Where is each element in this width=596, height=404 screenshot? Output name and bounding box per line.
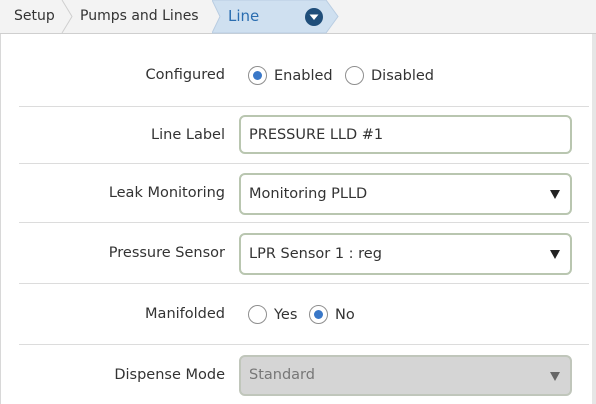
dispense-mode-select: Standard [239,355,572,396]
dispense-mode-label: Dispense Mode [114,367,225,383]
dispense-mode-value: Standard [249,367,315,383]
breadcrumb-line[interactable]: Line [212,0,339,34]
caret-down-icon [550,250,560,259]
configured-enabled-radio[interactable] [248,66,267,85]
caret-down-icon [550,190,560,199]
configured-disabled-radio[interactable] [345,66,364,85]
scrollbar[interactable] [592,34,596,404]
row-manifolded: Manifolded Yes No [19,284,589,345]
breadcrumb-pumps-and-lines[interactable]: Pumps and Lines [80,0,199,33]
configured-enabled-label[interactable]: Enabled [274,68,333,84]
manifolded-no-label[interactable]: No [335,307,355,323]
row-line-label: Line Label PRESSURE LLD #1 [19,107,589,164]
configured-disabled-label[interactable]: Disabled [371,68,434,84]
pressure-sensor-label: Pressure Sensor [108,245,225,261]
manifolded-yes-option[interactable]: Yes [248,305,297,324]
configured-enabled-option[interactable]: Enabled [248,66,333,85]
chevron-down-circle-icon[interactable] [305,8,323,26]
breadcrumb: Setup Pumps and Lines Line [0,0,596,34]
row-dispense-mode: Dispense Mode Standard [19,345,589,404]
line-label-label: Line Label [151,127,225,143]
configured-disabled-option[interactable]: Disabled [345,66,434,85]
breadcrumb-line-label: Line [228,7,260,25]
leak-monitoring-label: Leak Monitoring [108,185,225,201]
leak-monitoring-select[interactable]: Monitoring PLLD [239,173,572,215]
line-label-input[interactable]: PRESSURE LLD #1 [239,115,572,154]
pressure-sensor-select[interactable]: LPR Sensor 1 : reg [239,233,572,275]
row-pressure-sensor: Pressure Sensor LPR Sensor 1 : reg [19,223,589,284]
row-leak-monitoring: Leak Monitoring Monitoring PLLD [19,164,589,223]
leak-monitoring-value: Monitoring PLLD [249,186,368,202]
manifolded-label: Manifolded [145,306,225,322]
line-settings-panel: Configured Enabled Disabled Line Label P… [0,34,596,404]
configured-label: Configured [145,67,225,83]
pressure-sensor-value: LPR Sensor 1 : reg [249,246,382,262]
manifolded-yes-label[interactable]: Yes [274,307,297,323]
manifolded-yes-radio[interactable] [248,305,267,324]
caret-down-icon [550,372,560,381]
breadcrumb-setup[interactable]: Setup [14,0,55,33]
manifolded-no-option[interactable]: No [309,305,355,324]
row-configured: Configured Enabled Disabled [19,34,589,107]
manifolded-no-radio[interactable] [309,305,328,324]
breadcrumb-separator [61,0,73,33]
line-label-value: PRESSURE LLD #1 [249,127,384,143]
